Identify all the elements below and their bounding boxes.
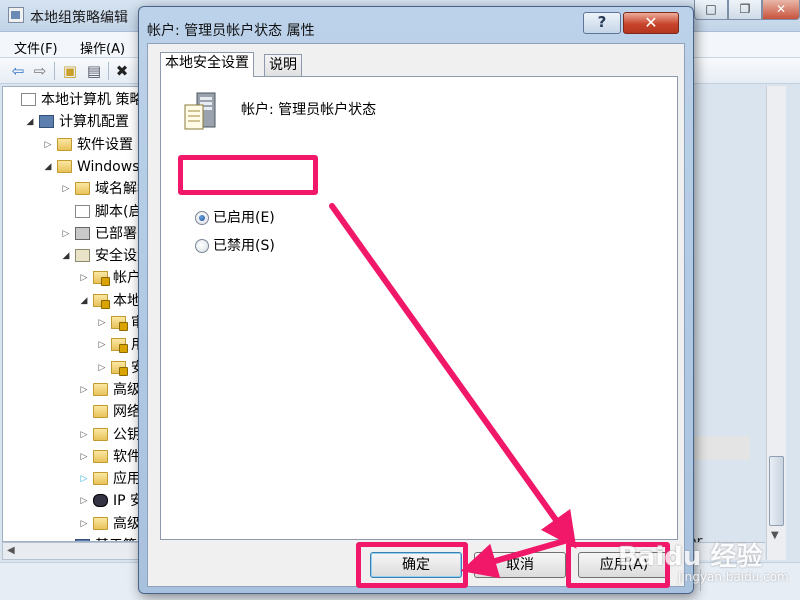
show-hide-tree-icon[interactable]: ▤ (84, 61, 104, 81)
tree-item-label: 应用 (113, 471, 141, 488)
folder-icon (93, 516, 108, 530)
radio-enabled-label[interactable]: 已启用(E) (213, 207, 275, 229)
tree-item-label: Windows (77, 158, 140, 175)
collapsed-arrow-icon[interactable]: ▷ (79, 513, 89, 535)
policy-tree: 本地计算机 策略 ◢ 计算机配置 ▷ 软件设置 ◢ Windows ▷ 域名解析脚本(启 ▷ 已部署… (2, 86, 144, 542)
toolbar-separator (108, 62, 109, 80)
printer-icon (75, 226, 90, 240)
tab-page-local-security-setting: 帐户: 管理员帐户状态 已启用(E) 已禁用(S) (160, 76, 678, 540)
folder-icon (57, 159, 72, 173)
collapsed-arrow-icon[interactable]: ▷ (97, 334, 107, 356)
expanded-arrow-icon[interactable]: ◢ (79, 290, 89, 312)
collapsed-arrow-icon[interactable]: ▷ (79, 490, 89, 512)
collapsed-arrow-icon[interactable]: ▷ (79, 379, 89, 401)
tree-item-label: 高级 (113, 515, 141, 532)
dialog-client-area: 本地安全设置 说明 帐户: 管理员帐户状态 已启用(E) 已禁用(S) 确定 取… (147, 43, 685, 587)
tree-item-label: 本地 (113, 292, 141, 309)
folder-icon (93, 382, 108, 396)
policy-name: 帐户: 管理员帐户状态 (241, 102, 377, 118)
expanded-arrow-icon[interactable]: ◢ (61, 245, 71, 267)
back-arrow-icon[interactable]: ⇦ (8, 61, 28, 81)
close-button[interactable]: ✕ (623, 12, 679, 34)
folder-lock-icon (111, 338, 128, 354)
doc-icon (21, 93, 36, 106)
folder-icon (57, 137, 72, 151)
folder-lock-icon (111, 316, 128, 331)
tree-item-label: 软件 (113, 448, 141, 465)
computer-icon (39, 115, 54, 129)
folder-lock-icon (93, 293, 110, 309)
server-policy-icon (184, 92, 216, 130)
up-folder-icon[interactable]: ▣ (60, 61, 80, 81)
shield-icon (75, 249, 90, 263)
tree-item-label: 本地计算机 策略 (41, 92, 144, 108)
tree-item-label: 高级 (113, 381, 141, 398)
tree-item-label: 公钥 (113, 426, 141, 443)
collapsed-arrow-icon[interactable]: ▷ (97, 312, 107, 334)
delete-icon[interactable]: ✖ (112, 61, 132, 81)
radio-enabled-button[interactable] (195, 211, 209, 225)
collapsed-arrow-icon[interactable]: ▷ (79, 468, 89, 490)
cancel-button[interactable]: 取消 (474, 552, 566, 578)
details-row[interactable] (686, 436, 750, 460)
tree-item-label: 帐户 (113, 270, 141, 287)
baidu-jingyan-watermark: Baidu 经验 jingyan.baidu.com (618, 520, 798, 600)
tree-item-label: 脚本(启 (95, 203, 143, 220)
highlight-ok-button (356, 542, 468, 588)
watermark-url: jingyan.baidu.com (678, 570, 789, 584)
collapsed-arrow-icon[interactable]: ▷ (61, 223, 71, 245)
collapsed-arrow-icon[interactable]: ▷ (43, 134, 53, 156)
forward-arrow-icon[interactable]: ⇨ (30, 61, 50, 81)
tree-item-label: 网络 (113, 404, 141, 421)
highlight-enabled-option (178, 155, 318, 195)
folder-icon (93, 427, 108, 441)
background-restore-button[interactable]: ❐ (728, 0, 762, 20)
properties-dialog: 帐户: 管理员帐户状态 属性 ? ✕ 本地安全设置 说明 帐户: 管理员帐户状态… (138, 6, 694, 594)
tree-item-label: 软件设置 (77, 136, 133, 153)
radio-disabled-button[interactable] (195, 239, 209, 253)
folder-icon (75, 182, 90, 196)
folder-lock-icon (111, 360, 128, 376)
collapsed-arrow-icon[interactable]: ▷ (79, 267, 89, 289)
background-window-title: 本地组策略编辑 (30, 10, 128, 26)
tree-item-label: 已部署的 (95, 225, 143, 242)
expanded-arrow-icon[interactable]: ◢ (43, 156, 53, 178)
menu-action[interactable]: 操作(A) (80, 38, 125, 57)
tree-item-label: 安全设置 (95, 248, 143, 265)
scrollbar-thumb[interactable] (769, 456, 784, 526)
scroll-left-icon[interactable]: ◀ (7, 545, 15, 556)
doc-icon (75, 204, 90, 218)
collapsed-arrow-icon[interactable]: ▷ (61, 535, 71, 541)
collapsed-arrow-icon[interactable]: ▷ (79, 446, 89, 468)
tree-item-label: 计算机配置 (59, 114, 129, 131)
tab-explain[interactable]: 说明 (264, 54, 302, 76)
folder-icon (93, 472, 108, 486)
menu-file[interactable]: 文件(F) (14, 38, 58, 57)
netkey-icon (93, 494, 108, 508)
expanded-arrow-icon[interactable]: ◢ (25, 111, 35, 133)
background-maximize-button[interactable]: □ (694, 0, 728, 20)
toolbar-separator (54, 62, 55, 80)
collapsed-arrow-icon[interactable]: ▷ (79, 424, 89, 446)
tree-item-label: 基于策 (95, 535, 137, 541)
collapsed-arrow-icon[interactable]: ▷ (61, 178, 71, 200)
folder-icon (93, 405, 108, 419)
tree-item-label: 域名解析 (95, 181, 143, 198)
tab-local-security-setting[interactable]: 本地安全设置 (160, 52, 254, 77)
collapsed-arrow-icon[interactable]: ▷ (97, 357, 107, 379)
radio-disabled-label[interactable]: 已禁用(S) (213, 235, 275, 257)
details-vertical-scrollbar[interactable]: ▼ (766, 86, 786, 560)
tree-horizontal-scrollbar[interactable]: ◀ (2, 542, 144, 560)
folder-icon (93, 449, 108, 463)
watermark-brand: Baidu 经验 (618, 542, 763, 572)
group-policy-app-icon (8, 7, 24, 23)
dialog-title: 帐户: 管理员帐户状态 属性 (147, 23, 315, 39)
help-button[interactable]: ? (583, 12, 621, 34)
background-close-button[interactable]: ✕ (762, 0, 800, 20)
folder-lock-icon (93, 271, 110, 287)
